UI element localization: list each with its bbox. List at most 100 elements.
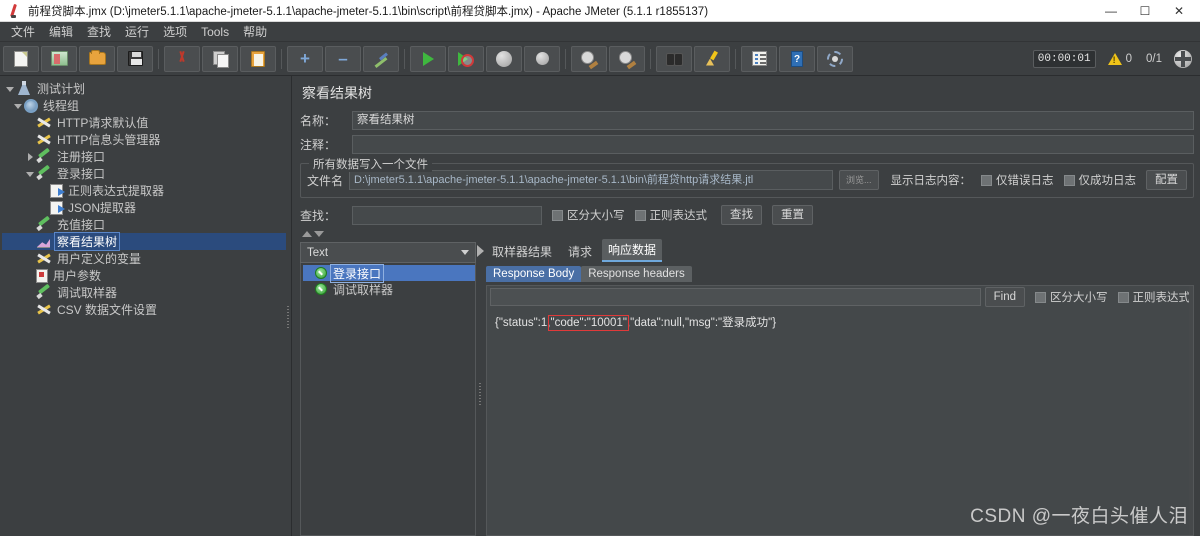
tree-node-test-plan[interactable]: 测试计划 <box>2 80 291 97</box>
chevron-down-icon[interactable] <box>4 83 16 95</box>
sampler-icon <box>36 217 52 232</box>
expand-all-button[interactable]: + <box>287 45 323 72</box>
start-no-pauses-button[interactable] <box>448 45 484 72</box>
errors-only-checkbox-wrap[interactable]: 仅错误日志 <box>981 172 1054 188</box>
subtab-response-headers[interactable]: Response headers <box>581 265 692 282</box>
clear-all-button[interactable] <box>609 45 645 72</box>
name-input[interactable]: 察看结果树 <box>352 111 1194 130</box>
reset-search-button[interactable] <box>694 45 730 72</box>
tree-node-json-extractor[interactable]: JSON提取器 <box>2 199 291 216</box>
menu-help[interactable]: 帮助 <box>236 21 274 42</box>
comment-input[interactable] <box>352 135 1194 154</box>
sampler-label: 登录接口 <box>329 263 385 283</box>
menu-tools[interactable]: Tools <box>194 23 236 41</box>
tree-split-handle[interactable] <box>286 76 291 536</box>
open-button[interactable] <box>79 45 115 72</box>
response-regexp-checkbox[interactable] <box>1117 291 1129 303</box>
browse-button[interactable]: 浏览... <box>838 170 879 190</box>
search-regexp-checkbox[interactable] <box>634 209 646 221</box>
menu-search[interactable]: 查找 <box>80 21 118 42</box>
filename-input[interactable]: D:\jmeter5.1.1\apache-jmeter-5.1.1\apach… <box>349 170 833 190</box>
tree-node-user-defined-variables[interactable]: 用户定义的变量 <box>2 250 291 267</box>
results-split-handle[interactable] <box>476 242 486 536</box>
collapse-expand-controls[interactable] <box>302 228 1194 240</box>
function-helper-button[interactable] <box>741 45 777 72</box>
response-find-button[interactable]: Find <box>984 287 1025 307</box>
response-content-area: Find 区分大小写 正则表达式 {"status":1,"code":"100… <box>486 285 1194 536</box>
success-only-checkbox[interactable] <box>1063 174 1075 186</box>
ssl-manager-button[interactable] <box>817 45 853 72</box>
start-button[interactable] <box>410 45 446 72</box>
tree-node-register-api[interactable]: 注册接口 <box>2 148 291 165</box>
response-case-sensitive-label: 区分大小写 <box>1050 292 1108 304</box>
response-find-input[interactable] <box>490 288 981 306</box>
chevron-right-icon[interactable] <box>24 151 36 163</box>
search-case-sensitive-wrap[interactable]: 区分大小写 <box>552 207 625 223</box>
test-plan-tree[interactable]: 测试计划 线程组 HTTP请求默认值 HTTP信息头管理器 注册接口 登录接口 … <box>0 76 291 318</box>
response-case-sensitive-checkbox[interactable] <box>1035 291 1046 303</box>
search-input[interactable] <box>352 205 542 225</box>
response-subtabs: Response Body Response headers <box>486 264 1194 283</box>
save-button[interactable] <box>117 45 153 72</box>
toggle-button[interactable] <box>363 45 399 72</box>
config-element-icon <box>36 251 52 266</box>
help-button[interactable]: ? <box>779 45 815 72</box>
tab-request[interactable]: 请求 <box>562 241 598 262</box>
search-case-sensitive-checkbox[interactable] <box>552 209 563 221</box>
sampler-results-tree[interactable]: 登录接口 调试取样器 <box>300 263 476 536</box>
cut-button[interactable] <box>164 45 200 72</box>
configure-button[interactable]: 配置 <box>1146 170 1187 190</box>
tree-node-thread-group[interactable]: 线程组 <box>2 97 291 114</box>
maximize-button[interactable]: ☐ <box>1128 0 1162 21</box>
expand-down-icon[interactable] <box>314 231 324 237</box>
paste-button[interactable] <box>240 45 276 72</box>
success-only-checkbox-wrap[interactable]: 仅成功日志 <box>1063 172 1136 188</box>
tree-node-label: 正则表达式提取器 <box>68 184 165 198</box>
search-row: 查找： 区分大小写 正则表达式 查找 重置 <box>300 205 1194 225</box>
minimize-button[interactable]: — <box>1094 0 1128 21</box>
expand-right-icon[interactable] <box>477 245 484 257</box>
response-regexp-wrap[interactable]: 正则表达式 <box>1117 289 1190 305</box>
tree-node-regex-extractor[interactable]: 正则表达式提取器 <box>2 182 291 199</box>
tab-response-data[interactable]: 响应数据 <box>602 239 663 262</box>
new-button[interactable] <box>3 45 39 72</box>
chevron-down-icon[interactable] <box>12 100 24 112</box>
renderer-select[interactable]: Text <box>300 242 476 263</box>
tab-sampler-result[interactable]: 取样器结果 <box>486 241 558 262</box>
search-find-button[interactable]: 查找 <box>721 205 762 225</box>
warning-icon[interactable] <box>1107 52 1122 65</box>
search-reset-button[interactable]: 重置 <box>772 205 813 225</box>
tree-node-view-results-tree[interactable]: 察看结果树 <box>2 232 291 251</box>
copy-button[interactable] <box>202 45 238 72</box>
errors-only-checkbox[interactable] <box>981 174 992 186</box>
tree-node-user-parameters[interactable]: 用户参数 <box>2 267 291 284</box>
menu-run[interactable]: 运行 <box>118 21 156 42</box>
tree-node-http-header-manager[interactable]: HTTP信息头管理器 <box>2 131 291 148</box>
subtab-response-body[interactable]: Response Body <box>486 265 582 282</box>
search-regexp-wrap[interactable]: 正则表达式 <box>634 207 707 223</box>
chevron-down-icon[interactable] <box>24 168 36 180</box>
shutdown-button[interactable] <box>524 45 560 72</box>
chevron-down-icon[interactable] <box>457 243 473 262</box>
sampler-result-login[interactable]: 登录接口 <box>303 263 475 283</box>
menu-file[interactable]: 文件 <box>4 21 42 42</box>
tree-node-recharge-api[interactable]: 充值接口 <box>2 216 291 233</box>
tree-node-login-api[interactable]: 登录接口 <box>2 165 291 182</box>
collapse-up-icon[interactable] <box>302 231 312 237</box>
search-button[interactable] <box>656 45 692 72</box>
sampler-result-debug[interactable]: 调试取样器 <box>303 281 475 297</box>
menu-edit[interactable]: 编辑 <box>42 21 80 42</box>
stop-button[interactable] <box>486 45 522 72</box>
tree-node-http-defaults[interactable]: HTTP请求默认值 <box>2 114 291 131</box>
tree-node-debug-sampler[interactable]: 调试取样器 <box>2 284 291 301</box>
response-scrollbar[interactable] <box>1189 286 1193 535</box>
plus-icon: + <box>300 48 310 68</box>
tree-node-csv-data-set[interactable]: CSV 数据文件设置 <box>2 301 291 318</box>
response-case-sensitive-wrap[interactable]: 区分大小写 <box>1035 289 1108 305</box>
close-button[interactable]: ✕ <box>1162 0 1196 21</box>
menu-options[interactable]: 选项 <box>156 21 194 42</box>
stop-all-threads-icon[interactable] <box>1174 49 1192 68</box>
clear-button[interactable] <box>571 45 607 72</box>
templates-button[interactable] <box>41 45 77 72</box>
collapse-all-button[interactable]: – <box>325 45 361 72</box>
